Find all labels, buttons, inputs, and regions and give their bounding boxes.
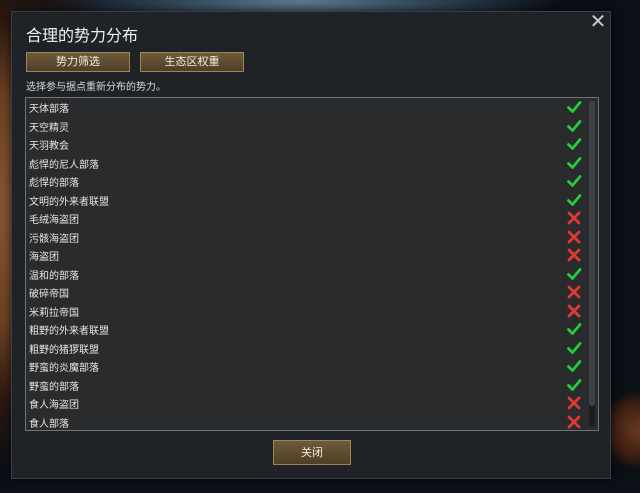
- checkmark-icon[interactable]: [566, 136, 582, 152]
- faction-name: 天空精灵: [29, 122, 69, 134]
- faction-row[interactable]: 食人海盗团: [26, 394, 584, 413]
- close-button[interactable]: 关闭: [273, 440, 351, 465]
- cross-icon[interactable]: [566, 284, 582, 300]
- faction-row[interactable]: 天体部落: [26, 98, 584, 117]
- faction-row[interactable]: 天羽教会: [26, 135, 584, 154]
- faction-distribution-dialog: 合理的势力分布 ✕ 势力筛选 生态区权重 选择参与据点重新分布的势力。 天体部落…: [11, 11, 611, 479]
- faction-row[interactable]: 毛绒海盗团: [26, 209, 584, 228]
- faction-name: 米莉拉帝国: [29, 307, 79, 319]
- faction-row[interactable]: 天空精灵: [26, 117, 584, 136]
- faction-row[interactable]: 文明的外来者联盟: [26, 191, 584, 210]
- faction-name: 污骸海盗团: [29, 233, 79, 245]
- faction-name: 野蛮的部落: [29, 381, 79, 393]
- cross-icon[interactable]: [566, 247, 582, 263]
- checkmark-icon[interactable]: [566, 266, 582, 282]
- faction-filter-button[interactable]: 势力筛选: [26, 52, 130, 72]
- checkmark-icon[interactable]: [566, 321, 582, 337]
- checkmark-icon[interactable]: [566, 358, 582, 374]
- faction-name: 野蛮的炎魔部落: [29, 363, 99, 374]
- checkmark-icon[interactable]: [566, 118, 582, 134]
- biome-weight-button[interactable]: 生态区权重: [140, 52, 244, 72]
- faction-name: 文明的外来者联盟: [29, 196, 109, 208]
- faction-row[interactable]: 米莉拉帝国: [26, 302, 584, 321]
- cross-icon[interactable]: [566, 414, 582, 430]
- faction-row[interactable]: 食人部落: [26, 413, 584, 431]
- checkmark-icon[interactable]: [566, 155, 582, 171]
- scrollbar-thumb[interactable]: [589, 101, 595, 406]
- faction-row[interactable]: 彪悍的部落: [26, 172, 584, 191]
- checkmark-icon[interactable]: [566, 173, 582, 189]
- dialog-title: 合理的势力分布: [26, 26, 139, 45]
- scrollbar[interactable]: [589, 101, 595, 427]
- faction-name: 毛绒海盗团: [29, 215, 79, 226]
- faction-name: 粗野的猪猡联盟: [29, 344, 99, 356]
- faction-name: 天羽教会: [29, 141, 69, 152]
- cross-icon[interactable]: [566, 303, 582, 319]
- faction-name: 食人海盗团: [29, 400, 79, 411]
- checkmark-icon[interactable]: [566, 192, 582, 208]
- cross-icon[interactable]: [566, 229, 582, 245]
- checkmark-icon[interactable]: [566, 340, 582, 356]
- faction-row[interactable]: 污骸海盗团: [26, 228, 584, 247]
- faction-name: 天体部落: [29, 104, 69, 115]
- faction-name: 破碎帝国: [29, 289, 69, 300]
- faction-row[interactable]: 温和的部落: [26, 265, 584, 284]
- faction-row[interactable]: 野蛮的炎魔部落: [26, 357, 584, 376]
- faction-row[interactable]: 破碎帝国: [26, 283, 584, 302]
- faction-row[interactable]: 粗野的外来者联盟: [26, 320, 584, 339]
- faction-row[interactable]: 野蛮的部落: [26, 376, 584, 395]
- checkmark-icon[interactable]: [566, 377, 582, 393]
- cross-icon[interactable]: [566, 395, 582, 411]
- checkmark-icon[interactable]: [566, 99, 582, 115]
- faction-name: 食人部落: [29, 418, 69, 430]
- cross-icon[interactable]: [566, 210, 582, 226]
- faction-name: 彪悍的尼人部落: [29, 159, 99, 171]
- faction-name: 彪悍的部落: [29, 178, 79, 189]
- faction-list: 天体部落天空精灵天羽教会彪悍的尼人部落 彪悍的部落文明的外来者联盟 毛绒海盗团污骸海…: [25, 97, 599, 431]
- faction-name: 温和的部落: [29, 270, 79, 282]
- faction-list-rows: 天体部落天空精灵天羽教会彪悍的尼人部落 彪悍的部落文明的外来者联盟 毛绒海盗团污骸海…: [26, 98, 584, 430]
- faction-row[interactable]: 粗野的猪猡联盟: [26, 339, 584, 358]
- faction-row[interactable]: 海盗团: [26, 246, 584, 265]
- close-icon[interactable]: ✕: [589, 11, 607, 31]
- faction-row[interactable]: 彪悍的尼人部落: [26, 154, 584, 173]
- instruction-text: 选择参与据点重新分布的势力。: [26, 82, 166, 93]
- faction-name: 粗野的外来者联盟: [29, 326, 109, 337]
- faction-name: 海盗团: [29, 252, 59, 263]
